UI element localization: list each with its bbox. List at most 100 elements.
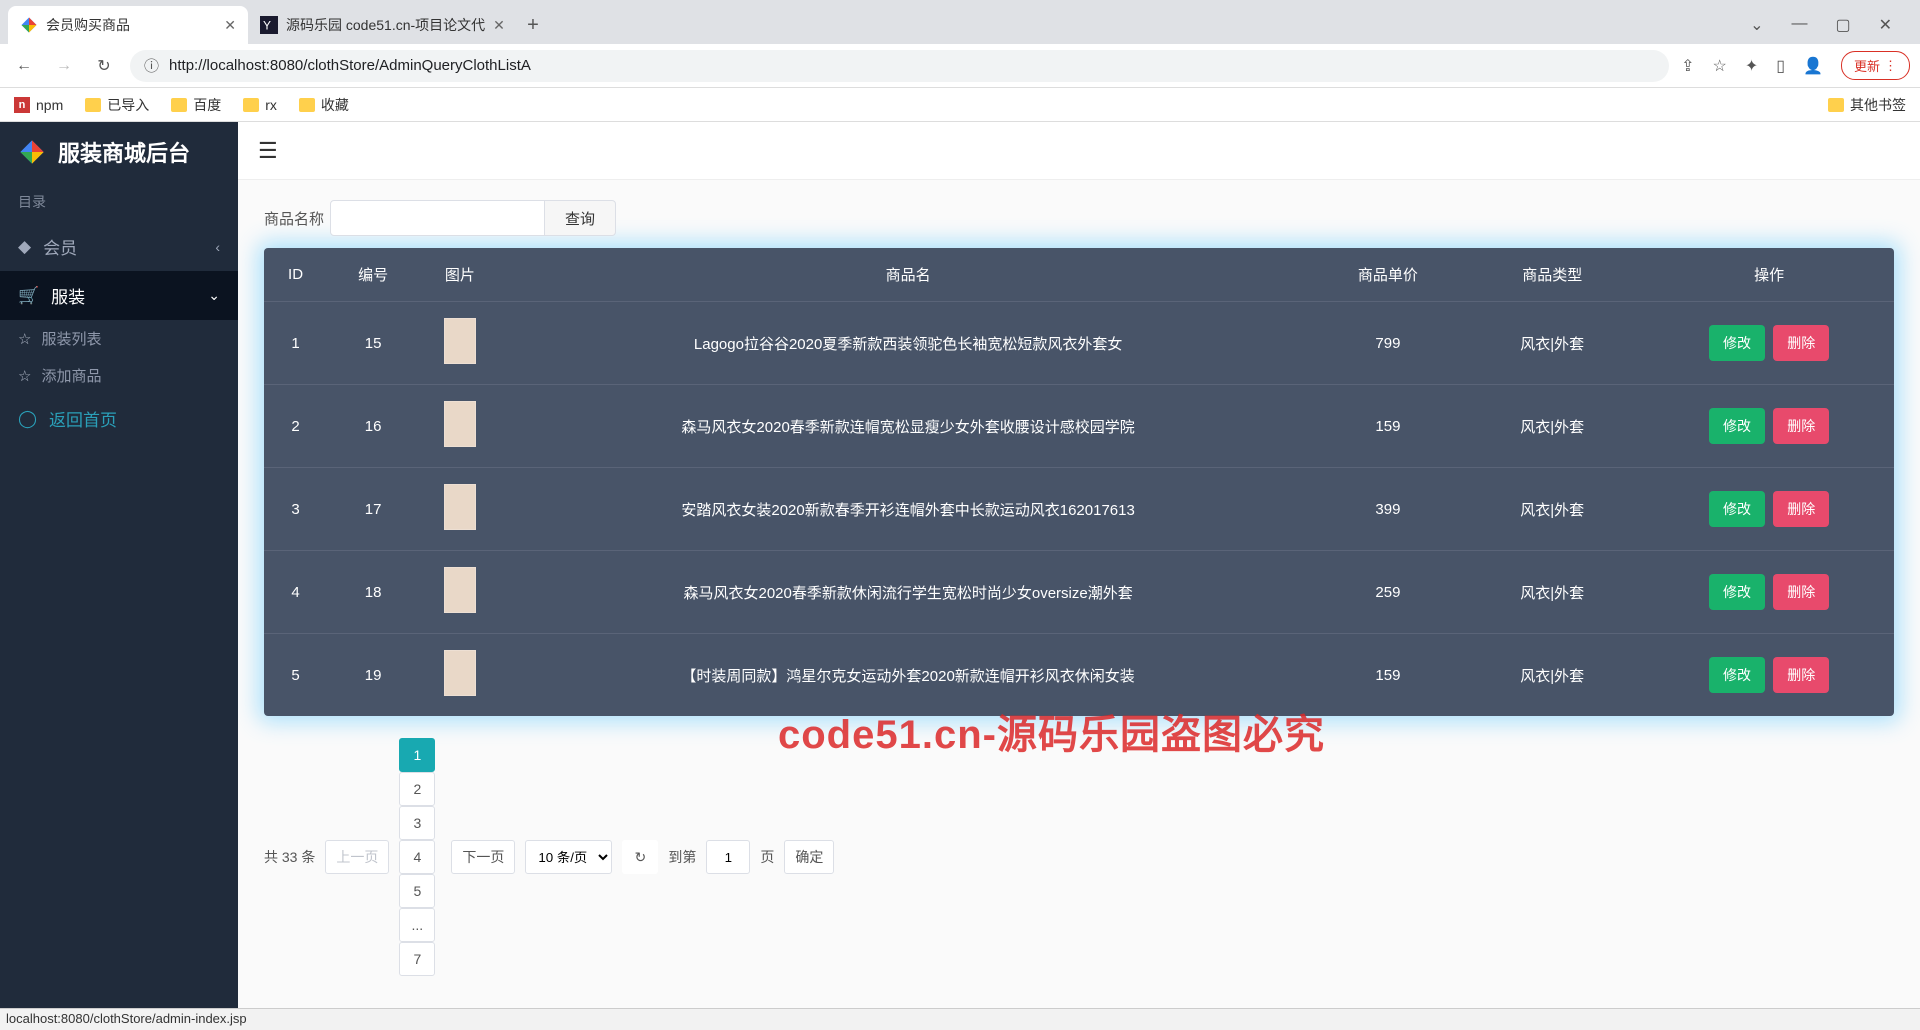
product-name-input[interactable] <box>330 200 545 236</box>
profile-avatar-icon[interactable]: 👤 <box>1803 56 1823 76</box>
tab-title: 源码乐园 code51.cn-项目论文代 <box>286 15 485 35</box>
sidebar-subitem-list[interactable]: ☆服装列表 <box>0 320 238 357</box>
chevron-down-icon[interactable]: ⌄ <box>1750 15 1763 35</box>
page-button[interactable]: 7 <box>399 942 435 976</box>
product-thumb <box>444 401 476 447</box>
bookmark-baidu[interactable]: 百度 <box>171 95 221 115</box>
page-button[interactable]: 4 <box>399 840 435 874</box>
brand-logo-icon <box>18 138 46 166</box>
bookmark-fav[interactable]: 收藏 <box>299 95 349 115</box>
edit-button[interactable]: 修改 <box>1709 574 1765 610</box>
goto-page-input[interactable] <box>706 840 750 874</box>
table-row: 4 18 森马风衣女2020春季新款休闲流行学生宽松时尚少女oversize潮外… <box>264 551 1894 634</box>
tab-bar: 会员购买商品 ✕ Y 源码乐园 code51.cn-项目论文代 ✕ + ⌄ — … <box>0 0 1920 44</box>
total-text: 共 33 条 <box>264 847 315 867</box>
refresh-icon[interactable]: ↻ <box>622 840 658 874</box>
page-button[interactable]: ... <box>399 908 435 942</box>
bookmark-npm[interactable]: nnpm <box>14 97 63 113</box>
sidebar-item-home[interactable]: ◯ 返回首页 <box>0 394 238 443</box>
th-id: ID <box>264 248 327 302</box>
pagination: 共 33 条 上一页 12345...7 下一页 10 条/页 ↻ 到第 页 确… <box>264 738 1894 976</box>
goto-confirm-button[interactable]: 确定 <box>784 840 834 874</box>
site-info-icon[interactable]: ⓘ <box>144 55 159 76</box>
forward-button[interactable]: → <box>50 52 78 80</box>
page-button[interactable]: 1 <box>399 738 435 772</box>
edit-button[interactable]: 修改 <box>1709 491 1765 527</box>
page-size-select[interactable]: 10 条/页 <box>525 840 612 874</box>
edit-button[interactable]: 修改 <box>1709 657 1765 693</box>
page-button[interactable]: 3 <box>399 806 435 840</box>
sidebar-item-label: 会员 <box>43 234 77 259</box>
back-button[interactable]: ← <box>10 52 38 80</box>
search-row: 商品名称 查询 <box>264 200 1894 236</box>
browser-tab-active[interactable]: 会员购买商品 ✕ <box>8 6 248 44</box>
update-button[interactable]: 更新⋮ <box>1841 51 1910 80</box>
main: ☰ 商品名称 查询 ID 编号 图片 商品名 商品单价 商品类型 操作 <box>238 122 1920 1008</box>
topbar: ☰ <box>238 122 1920 180</box>
close-icon[interactable]: ✕ <box>224 17 236 34</box>
sidebar-item-member[interactable]: ◆ 会员 ‹ <box>0 222 238 271</box>
hamburger-icon[interactable]: ☰ <box>258 138 278 164</box>
delete-button[interactable]: 删除 <box>1773 657 1829 693</box>
page-button[interactable]: 2 <box>399 772 435 806</box>
edit-button[interactable]: 修改 <box>1709 408 1765 444</box>
cell-ops: 修改 删除 <box>1644 551 1894 634</box>
cell-ops: 修改 删除 <box>1644 468 1894 551</box>
sidebar-subitem-add[interactable]: ☆添加商品 <box>0 357 238 394</box>
cell-price: 259 <box>1316 551 1461 634</box>
cell-id: 3 <box>264 468 327 551</box>
search-button[interactable]: 查询 <box>545 200 616 236</box>
maximize-icon[interactable]: ▢ <box>1835 15 1850 35</box>
cell-ops: 修改 删除 <box>1644 634 1894 717</box>
th-ops: 操作 <box>1644 248 1894 302</box>
page-button[interactable]: 5 <box>399 874 435 908</box>
cell-no: 17 <box>327 468 419 551</box>
edit-button[interactable]: 修改 <box>1709 325 1765 361</box>
search-label: 商品名称 <box>264 208 324 229</box>
table-row: 1 15 Lagogo拉谷谷2020夏季新款西装领驼色长袖宽松短款风衣外套女 7… <box>264 302 1894 385</box>
brand: 服装商城后台 <box>0 122 238 182</box>
minimize-icon[interactable]: — <box>1791 15 1807 35</box>
other-bookmarks[interactable]: 其他书签 <box>1828 95 1906 115</box>
delete-button[interactable]: 删除 <box>1773 491 1829 527</box>
next-page-button[interactable]: 下一页 <box>451 840 515 874</box>
extensions-icon[interactable]: ✦ <box>1745 56 1758 76</box>
cell-price: 159 <box>1316 634 1461 717</box>
prev-page-button[interactable]: 上一页 <box>325 840 389 874</box>
reload-button[interactable]: ↻ <box>90 52 118 80</box>
delete-button[interactable]: 删除 <box>1773 408 1829 444</box>
close-icon[interactable]: ✕ <box>493 17 505 34</box>
cell-name: 安踏风衣女装2020新款春季开衫连帽外套中长款运动风衣162017613 <box>501 468 1316 551</box>
bookmark-bar: nnpm 已导入 百度 rx 收藏 其他书签 <box>0 88 1920 122</box>
bookmark-star-icon[interactable]: ☆ <box>1713 56 1727 76</box>
cell-name: 森马风衣女2020春季新款连帽宽松显瘦少女外套收腰设计感校园学院 <box>501 385 1316 468</box>
browser-chrome: 会员购买商品 ✕ Y 源码乐园 code51.cn-项目论文代 ✕ + ⌄ — … <box>0 0 1920 122</box>
cell-id: 2 <box>264 385 327 468</box>
delete-button[interactable]: 删除 <box>1773 325 1829 361</box>
cell-price: 399 <box>1316 468 1461 551</box>
table-row: 2 16 森马风衣女2020春季新款连帽宽松显瘦少女外套收腰设计感校园学院 15… <box>264 385 1894 468</box>
close-icon[interactable]: ✕ <box>1879 15 1892 35</box>
sidebar-item-cloth[interactable]: 🛒 服装 ⌄ <box>0 271 238 320</box>
url-input[interactable]: ⓘ http://localhost:8080/clothStore/Admin… <box>130 50 1669 82</box>
app: 服装商城后台 目录 ◆ 会员 ‹ 🛒 服装 ⌄ ☆服装列表 ☆添加商品 ◯ 返回… <box>0 122 1920 1008</box>
svg-text:Y: Y <box>263 19 271 33</box>
new-tab-button[interactable]: + <box>517 14 549 37</box>
share-icon[interactable]: ⇪ <box>1681 56 1694 76</box>
side-panel-icon[interactable]: ▯ <box>1776 56 1785 76</box>
folder-icon <box>171 98 187 112</box>
folder-icon <box>243 98 259 112</box>
delete-button[interactable]: 删除 <box>1773 574 1829 610</box>
browser-tab-inactive[interactable]: Y 源码乐园 code51.cn-项目论文代 ✕ <box>248 6 517 44</box>
cell-id: 5 <box>264 634 327 717</box>
folder-icon <box>85 98 101 112</box>
sidebar: 服装商城后台 目录 ◆ 会员 ‹ 🛒 服装 ⌄ ☆服装列表 ☆添加商品 ◯ 返回… <box>0 122 238 1008</box>
table-row: 5 19 【时装周同款】鸿星尔克女运动外套2020新款连帽开衫风衣休闲女装 15… <box>264 634 1894 717</box>
product-thumb <box>444 650 476 696</box>
cell-no: 18 <box>327 551 419 634</box>
cell-name: 森马风衣女2020春季新款休闲流行学生宽松时尚少女oversize潮外套 <box>501 551 1316 634</box>
cell-type: 风衣|外套 <box>1460 302 1644 385</box>
bookmark-rx[interactable]: rx <box>243 97 277 113</box>
th-price: 商品单价 <box>1316 248 1461 302</box>
bookmark-import[interactable]: 已导入 <box>85 95 149 115</box>
